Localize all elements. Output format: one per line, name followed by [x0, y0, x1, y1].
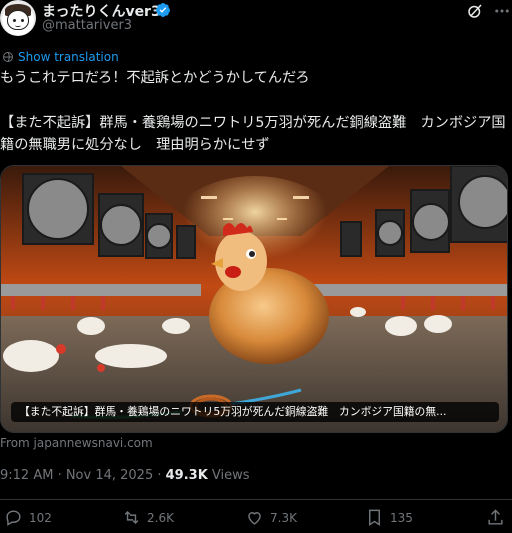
repost-button[interactable]: 2.6K — [122, 508, 174, 527]
like-icon — [248, 512, 261, 525]
share-icon — [488, 509, 503, 525]
media-card[interactable]: 【また不起訴】群馬・養鶏場のニワトリ5万羽が死んだ銅線盗難 カンボジア国籍の無.… — [0, 165, 508, 433]
repost-count: 2.6K — [147, 510, 174, 525]
views-count: 49.3K — [165, 468, 208, 483]
repost-icon — [124, 510, 139, 525]
reply-icon — [6, 510, 21, 526]
avatar[interactable] — [0, 0, 36, 36]
post-text-line1: もうこれテロだろ！不起訴とかどうかしてんだろ — [0, 70, 310, 86]
media-caption: 【また不起訴】群馬・養鶏場のニワトリ5万羽が死んだ銅線盗難 カンボジア国籍の無.… — [11, 402, 499, 422]
reply-button[interactable]: 102 — [4, 508, 52, 527]
more-icon[interactable] — [493, 2, 511, 20]
grok-icon[interactable] — [466, 2, 484, 20]
views-label: Views — [207, 468, 250, 483]
bookmark-count: 135 — [390, 510, 413, 525]
divider — [0, 499, 512, 500]
translate-icon — [3, 52, 13, 62]
action-bar: 102 2.6K 7.3K 135 — [0, 508, 512, 532]
like-button[interactable]: 7.3K — [245, 508, 297, 527]
share-button[interactable] — [486, 508, 505, 527]
reply-count: 102 — [29, 510, 52, 525]
post-timestamp[interactable]: 9:12 AM · Nov 14, 2025 · — [0, 468, 166, 483]
post-header: まったりくんver3 @mattariver3 — [0, 0, 512, 40]
bookmark-button[interactable]: 135 — [365, 508, 413, 527]
translate-label[interactable]: Show translation — [18, 50, 119, 64]
bookmark-icon — [369, 509, 380, 526]
post-meta: 9:12 AM · Nov 14, 2025 · 49.3K Views — [0, 468, 250, 483]
verified-badge-icon — [155, 3, 170, 17]
show-translation-link[interactable]: Show translation — [2, 50, 119, 64]
post-text-headline: 【また不起訴】群馬・養鶏場のニワトリ5万羽が死んだ銅線盗難 カンボジア国籍の無職… — [0, 115, 506, 153]
link-source[interactable]: From japannewsnavi.com — [0, 436, 153, 450]
author-handle[interactable]: @mattariver3 — [42, 18, 132, 33]
like-count: 7.3K — [270, 510, 297, 525]
chicken-farm-image — [1, 166, 507, 432]
